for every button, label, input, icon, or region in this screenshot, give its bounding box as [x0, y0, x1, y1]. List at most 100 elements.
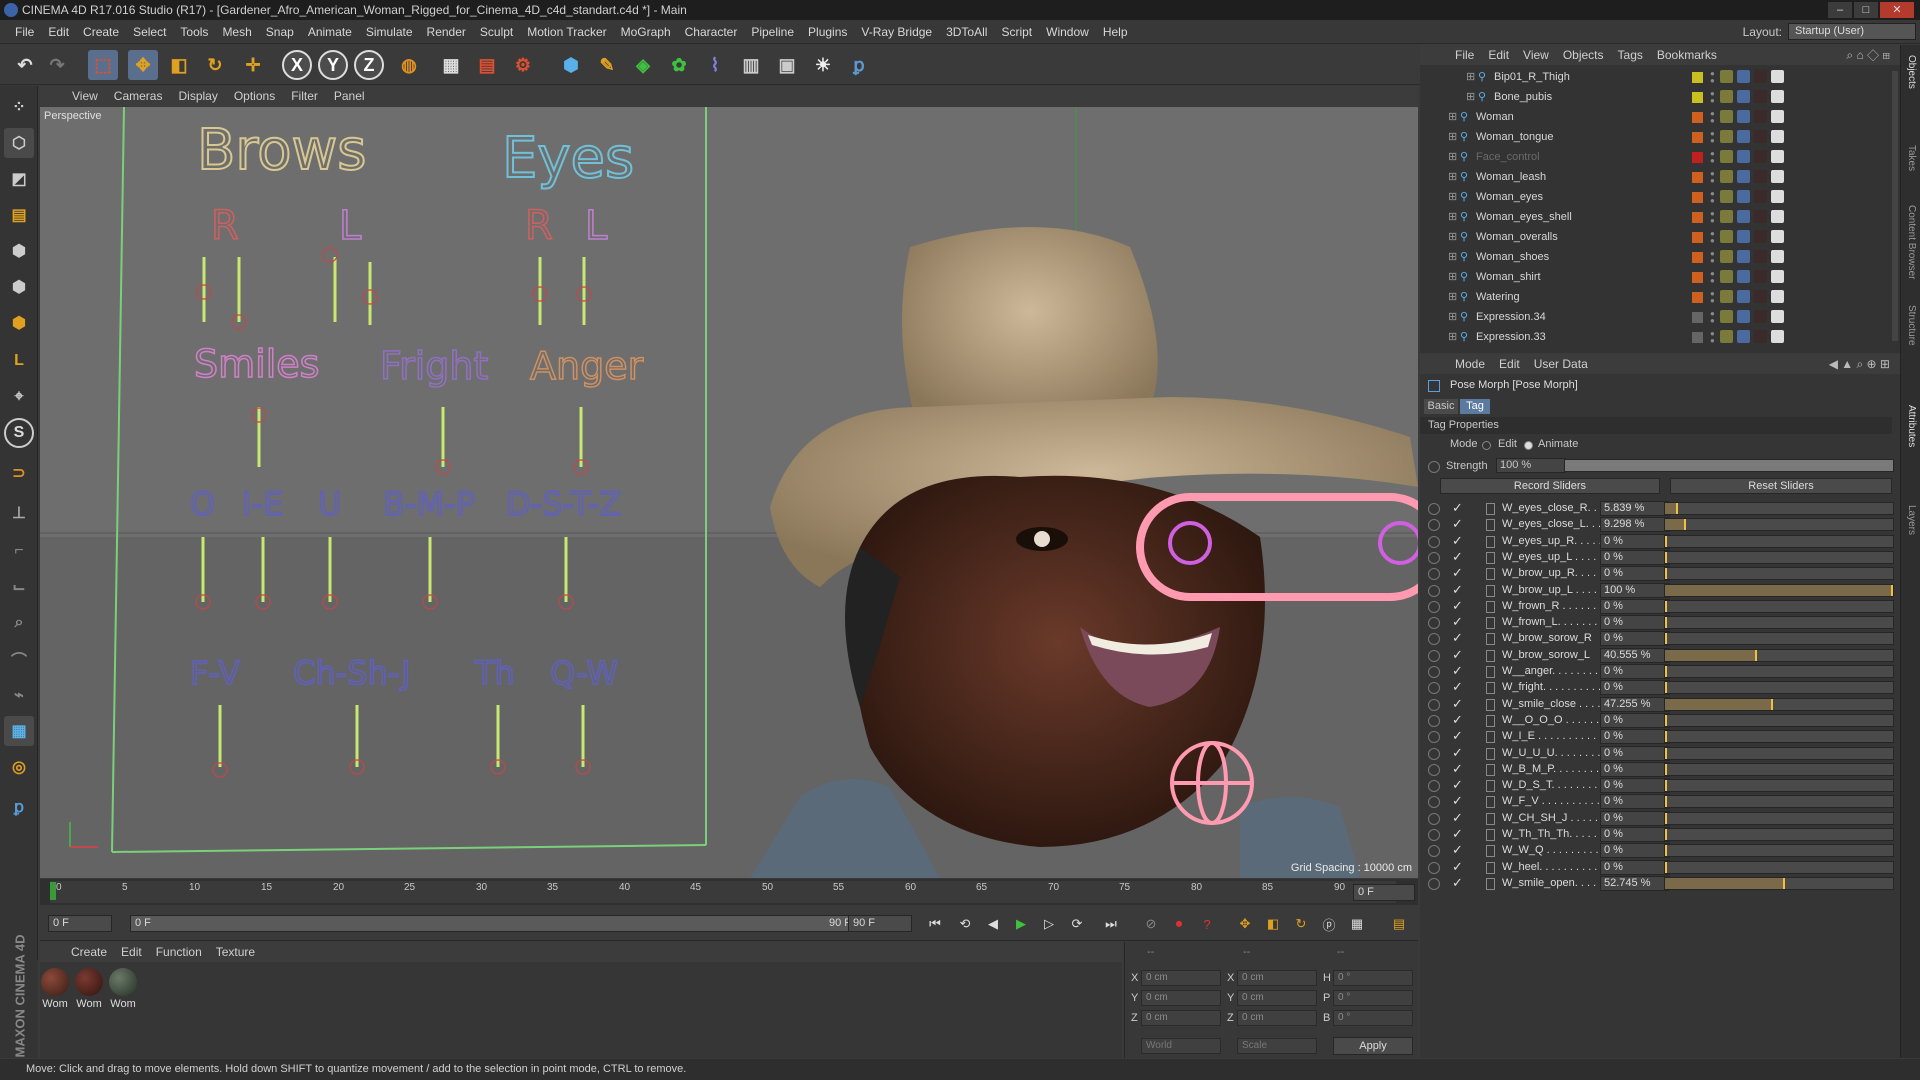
- bridge-icon[interactable]: ⌙: [4, 572, 34, 602]
- subdivision-icon[interactable]: ◈: [628, 50, 658, 80]
- object-tag-icon[interactable]: [1771, 190, 1784, 203]
- object-row[interactable]: ⊞ ⚲ Woman_tongue ● ●: [1420, 127, 1892, 147]
- tab-attributes[interactable]: Attributes: [1906, 405, 1917, 447]
- expand-icon[interactable]: ⊞: [1448, 327, 1457, 347]
- rotate-icon[interactable]: ↻: [200, 50, 230, 80]
- timeline-ruler[interactable]: 0 5 10 15 20 25 30 35 40 45 50 55 60 65 …: [40, 879, 1418, 905]
- object-tag-icon[interactable]: [1771, 210, 1784, 223]
- object-row[interactable]: ⊞ ⚲ Expression.33 ● ●: [1420, 327, 1892, 347]
- morph-slider-handle[interactable]: [1665, 796, 1667, 808]
- object-row[interactable]: ⊞ ⚲ Bone_pubis ● ●: [1420, 87, 1892, 107]
- enable-checkbox[interactable]: ✓: [1452, 761, 1463, 777]
- morph-slider-value[interactable]: 0 %: [1600, 712, 1670, 728]
- size-x-field[interactable]: 0 cm: [1237, 970, 1317, 986]
- record-keys-icon[interactable]: ⏺: [1168, 913, 1190, 935]
- animate-radio[interactable]: [1428, 503, 1440, 515]
- uv-mode-icon[interactable]: L: [4, 346, 34, 376]
- menu-tools[interactable]: Tools: [173, 25, 215, 39]
- go-to-start-icon[interactable]: ⏮: [924, 913, 946, 935]
- menu-edit[interactable]: Edit: [41, 25, 76, 39]
- material-item[interactable]: Wom: [40, 968, 70, 1010]
- tab-content-browser[interactable]: Content Browser: [1906, 205, 1917, 279]
- enable-checkbox[interactable]: ✓: [1452, 712, 1463, 728]
- attr-menu-edit[interactable]: Edit: [1492, 357, 1527, 371]
- animate-radio[interactable]: [1428, 796, 1440, 809]
- next-key-icon[interactable]: ⟳: [1066, 913, 1088, 935]
- morph-slider-track[interactable]: [1664, 779, 1894, 793]
- next-frame-icon[interactable]: ▷: [1038, 913, 1060, 935]
- object-tag-icon[interactable]: [1754, 170, 1767, 183]
- layer-color-swatch[interactable]: [1692, 72, 1703, 83]
- menu-simulate[interactable]: Simulate: [359, 25, 420, 39]
- go-to-end-icon[interactable]: ⏭: [1100, 913, 1122, 935]
- animate-radio[interactable]: [1428, 731, 1440, 744]
- visibility-dots[interactable]: ● ●: [1710, 190, 1715, 205]
- layer-color-swatch[interactable]: [1692, 132, 1703, 143]
- object-tag-icon[interactable]: [1737, 250, 1750, 263]
- menu-3dtoall[interactable]: 3DToAll: [939, 25, 994, 39]
- animate-radio[interactable]: [1428, 747, 1440, 760]
- object-tag-icon[interactable]: [1771, 130, 1784, 143]
- mode-animate-radio[interactable]: [1524, 441, 1533, 450]
- layer-color-swatch[interactable]: [1692, 112, 1703, 123]
- visibility-dots[interactable]: ● ●: [1710, 110, 1715, 125]
- enable-checkbox[interactable]: ✓: [1452, 679, 1463, 695]
- brush-icon[interactable]: ⌐: [4, 536, 34, 566]
- tab-basic[interactable]: Basic: [1424, 399, 1458, 414]
- light-icon[interactable]: ☀: [808, 50, 838, 80]
- object-tag-icon[interactable]: [1754, 210, 1767, 223]
- layer-color-swatch[interactable]: [1692, 152, 1703, 163]
- start-frame-field[interactable]: 0 F: [48, 915, 112, 932]
- menu-file[interactable]: File: [8, 25, 41, 39]
- object-tag-icon[interactable]: [1720, 330, 1733, 343]
- menu-mograph[interactable]: MoGraph: [614, 25, 678, 39]
- morph-slider-value[interactable]: 0 %: [1600, 533, 1670, 549]
- object-tag-icon[interactable]: [1720, 70, 1733, 83]
- render-settings-icon[interactable]: ⚙: [508, 50, 538, 80]
- redo-icon[interactable]: ↷: [42, 50, 72, 80]
- morph-slider-value[interactable]: 52.745 %: [1600, 875, 1670, 891]
- object-tag-icon[interactable]: [1771, 230, 1784, 243]
- end-frame-field[interactable]: 90 F: [848, 915, 912, 932]
- strength-slider[interactable]: [1564, 459, 1894, 472]
- tab-objects[interactable]: Objects: [1906, 55, 1917, 89]
- menu-mesh[interactable]: Mesh: [215, 25, 258, 39]
- menu-window[interactable]: Window: [1039, 25, 1096, 39]
- morph-slider-handle[interactable]: [1665, 633, 1667, 645]
- layer-color-swatch[interactable]: [1692, 172, 1703, 183]
- position-x-field[interactable]: 0 cm: [1141, 970, 1221, 986]
- obj-menu-view[interactable]: View: [1516, 48, 1556, 62]
- morph-slider-value[interactable]: 0 %: [1600, 615, 1670, 631]
- animate-radio[interactable]: [1428, 763, 1440, 776]
- object-tag-icon[interactable]: [1754, 130, 1767, 143]
- animate-radio[interactable]: [1428, 666, 1440, 678]
- key-position-icon[interactable]: ✥: [1234, 913, 1256, 935]
- animate-radio[interactable]: [1428, 584, 1440, 597]
- morph-slider-value[interactable]: 40.555 %: [1600, 647, 1670, 663]
- enable-checkbox[interactable]: ✓: [1452, 663, 1463, 679]
- menu-create[interactable]: Create: [76, 25, 126, 39]
- animate-radio[interactable]: [1428, 780, 1440, 793]
- morph-slider-handle[interactable]: [1665, 731, 1667, 743]
- viewport-menu-display[interactable]: Display: [170, 89, 225, 103]
- previous-frame-icon[interactable]: ◀: [982, 913, 1004, 935]
- axis-mode-icon[interactable]: ⬢: [4, 308, 34, 338]
- strength-animate-radio[interactable]: [1428, 461, 1440, 473]
- range-slider[interactable]: 0 F 90 F: [130, 915, 870, 932]
- expand-icon[interactable]: ⊞: [1448, 107, 1457, 127]
- autokey-icon[interactable]: ?: [1196, 913, 1218, 935]
- object-tag-icon[interactable]: [1754, 270, 1767, 283]
- layer-color-swatch[interactable]: [1692, 92, 1703, 103]
- material-item[interactable]: Wom: [108, 968, 138, 1010]
- morph-slider-track[interactable]: [1664, 811, 1894, 825]
- object-tag-icon[interactable]: [1737, 170, 1750, 183]
- expand-icon[interactable]: ⊞: [1448, 227, 1457, 247]
- enable-checkbox[interactable]: ✓: [1452, 582, 1463, 598]
- morph-slider-handle[interactable]: [1665, 600, 1667, 612]
- morph-slider-handle[interactable]: [1665, 780, 1667, 792]
- menu-plugins[interactable]: Plugins: [801, 25, 854, 39]
- rotation-b-field[interactable]: 0 °: [1333, 1010, 1413, 1026]
- expand-icon[interactable]: ⊞: [1448, 127, 1457, 147]
- motion-record-icon[interactable]: ⊘: [1140, 913, 1162, 935]
- attribute-nav-icons[interactable]: ◀ ▲ ⌕ ⊕ ⊞: [1829, 357, 1890, 372]
